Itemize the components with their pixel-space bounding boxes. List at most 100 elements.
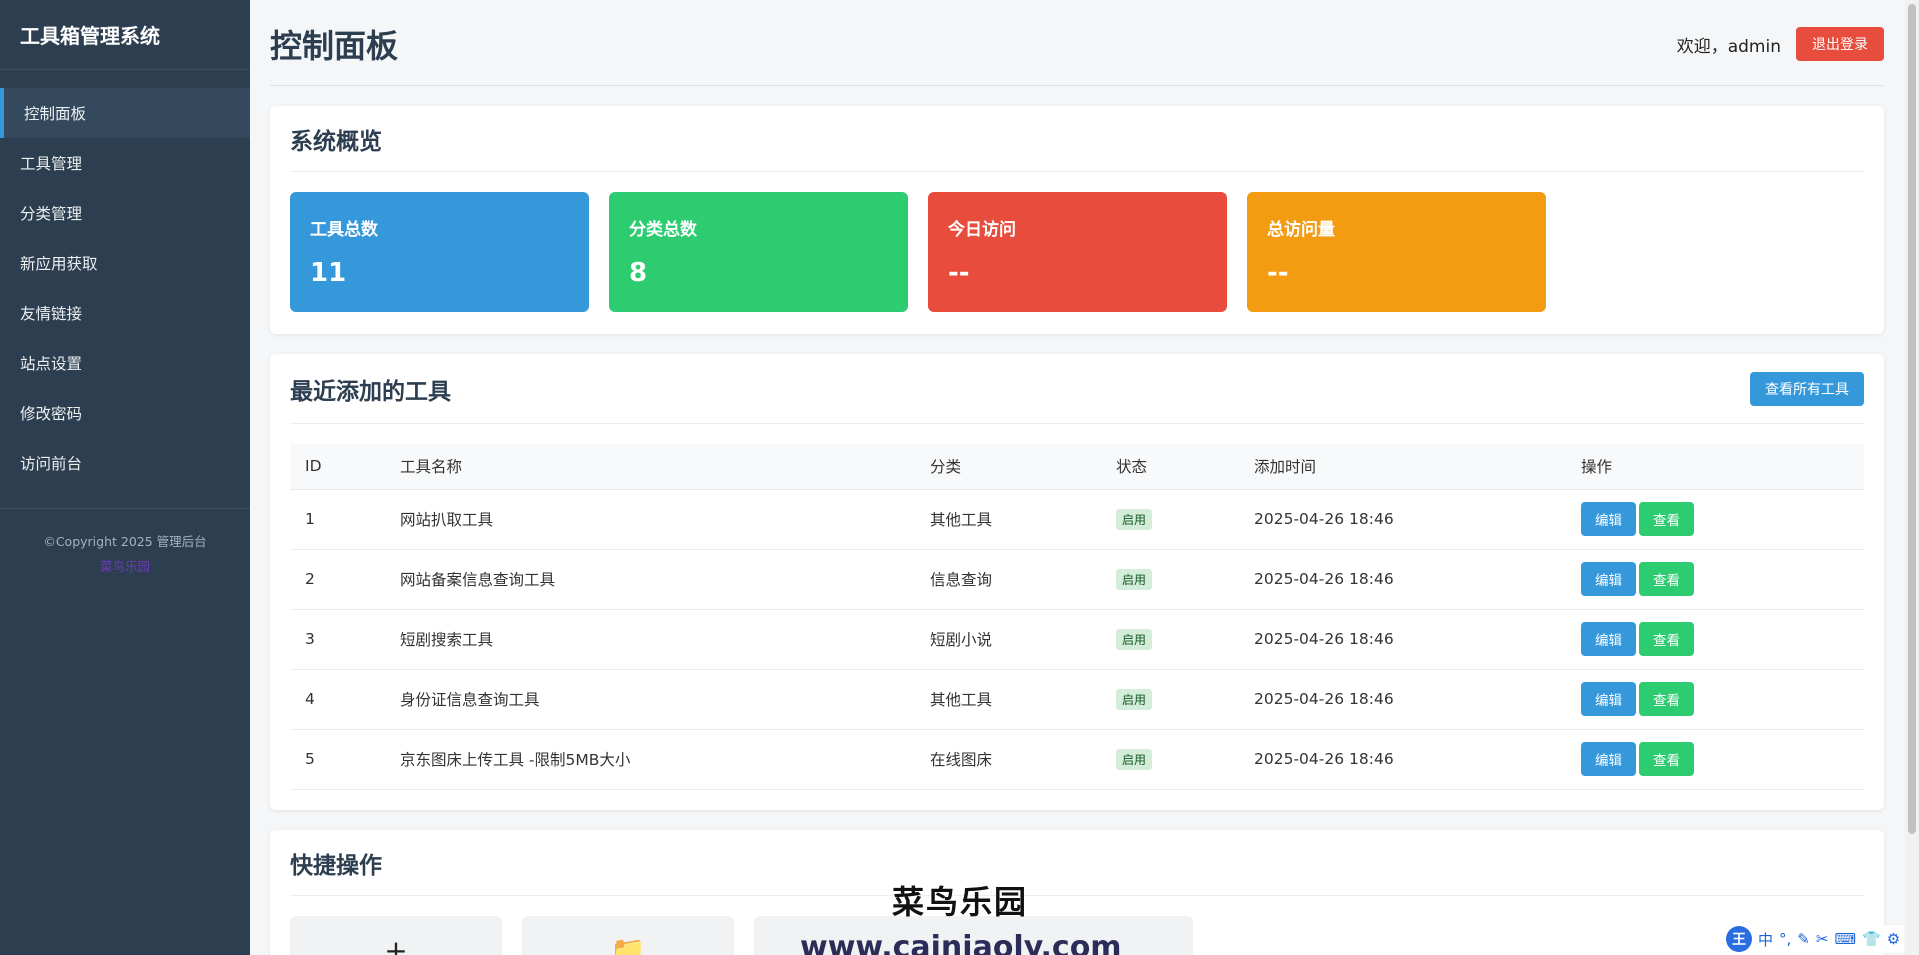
ime-scissors-icon[interactable]: ✂: [1816, 930, 1829, 948]
sidebar: 工具箱管理系统 控制面板 工具管理 分类管理 新应用获取 友情链接 站点设置 修…: [0, 0, 250, 955]
cell-status: 启用: [1101, 549, 1239, 610]
logout-button[interactable]: 退出登录: [1796, 27, 1884, 61]
ime-settings-icon[interactable]: ⚙: [1887, 930, 1900, 948]
edit-button[interactable]: 编辑: [1581, 502, 1636, 536]
cell-id: 1: [290, 489, 385, 550]
ime-mode-toggle[interactable]: 中: [1758, 929, 1773, 950]
cell-actions: 编辑 查看: [1566, 549, 1864, 610]
ime-pen-icon[interactable]: ✎: [1797, 930, 1810, 948]
ime-punctuation-icon[interactable]: °,: [1779, 930, 1791, 948]
cell-status: 启用: [1101, 729, 1239, 790]
stats-row: 工具总数 11 分类总数 8 今日访问 -- 总访问量 --: [270, 172, 1884, 332]
page-title: 控制面板: [270, 27, 399, 65]
view-button[interactable]: 查看: [1639, 622, 1694, 656]
view-button[interactable]: 查看: [1639, 742, 1694, 776]
brand-title: 工具箱管理系统: [0, 0, 250, 70]
table-row: 2 网站备案信息查询工具 信息查询 启用 2025-04-26 18:46 编辑…: [290, 549, 1864, 610]
sidebar-item-tools[interactable]: 工具管理: [0, 138, 250, 188]
recent-tools-title: 最近添加的工具: [290, 378, 451, 405]
sidebar-item-categories[interactable]: 分类管理: [0, 188, 250, 238]
cell-actions: 编辑 查看: [1566, 609, 1864, 670]
table-row: 1 网站扒取工具 其他工具 启用 2025-04-26 18:46 编辑 查看: [290, 489, 1864, 550]
cell-id: 5: [290, 729, 385, 790]
view-all-tools-button[interactable]: 查看所有工具: [1750, 371, 1864, 406]
cell-name: 京东图床上传工具 -限制5MB大小: [385, 729, 915, 790]
column-header-category: 分类: [915, 444, 1101, 490]
stat-label: 今日访问: [948, 220, 1016, 240]
status-badge: 启用: [1116, 508, 1153, 530]
stat-value: 11: [310, 258, 347, 288]
sidebar-item-visit-frontend[interactable]: 访问前台: [0, 438, 250, 488]
quick-actions-title: 快捷操作: [290, 852, 382, 879]
watermark-url: www.cainiaoly.com: [800, 930, 1122, 955]
view-button[interactable]: 查看: [1639, 562, 1694, 596]
recent-tools-card: 最近添加的工具 查看所有工具 ID 工具名称 分类 状态 添加时间 操作 1 网…: [270, 354, 1884, 810]
stat-value: 8: [629, 258, 648, 288]
column-header-actions: 操作: [1566, 444, 1864, 490]
status-badge: 启用: [1116, 628, 1153, 650]
tools-table-wrap: ID 工具名称 分类 状态 添加时间 操作 1 网站扒取工具 其他工具 启用 2: [270, 424, 1884, 810]
main-content: 控制面板 欢迎，admin 退出登录 系统概览 工具总数 11 分类总数 8 今…: [250, 0, 1919, 955]
copyright-text: ©Copyright 2025 管理后台: [43, 534, 207, 549]
quick-actions-header: 快捷操作: [290, 830, 1864, 896]
cell-category: 在线图床: [915, 729, 1101, 790]
stat-label: 总访问量: [1267, 220, 1335, 240]
sidebar-item-change-password[interactable]: 修改密码: [0, 388, 250, 438]
cell-category: 其他工具: [915, 489, 1101, 550]
page-header: 控制面板 欢迎，admin 退出登录: [270, 3, 1884, 86]
sidebar-divider: [0, 508, 250, 509]
overview-header: 系统概览: [290, 106, 1864, 172]
table-row: 4 身份证信息查询工具 其他工具 启用 2025-04-26 18:46 编辑查…: [290, 669, 1864, 730]
ime-skin-icon[interactable]: 👕: [1862, 930, 1881, 948]
cell-id: 2: [290, 549, 385, 610]
cell-time: 2025-04-26 18:46: [1239, 729, 1566, 790]
cell-time: 2025-04-26 18:46: [1239, 609, 1566, 670]
stat-card-categories: 分类总数 8: [609, 192, 908, 312]
view-button[interactable]: 查看: [1639, 502, 1694, 536]
status-badge: 启用: [1116, 688, 1153, 710]
cell-name: 短剧搜索工具: [385, 609, 915, 670]
cell-status: 启用: [1101, 609, 1239, 670]
quick-action-folder-tile[interactable]: 📁: [522, 916, 734, 955]
table-row: 3 短剧搜索工具 短剧小说 启用 2025-04-26 18:46 编辑 查看: [290, 609, 1864, 670]
stat-card-tools: 工具总数 11: [290, 192, 589, 312]
cell-name: 网站备案信息查询工具: [385, 549, 915, 610]
status-badge: 启用: [1116, 748, 1153, 770]
edit-button[interactable]: 编辑: [1581, 682, 1636, 716]
quick-action-add-tile[interactable]: +: [290, 916, 502, 955]
column-header-time: 添加时间: [1239, 444, 1566, 490]
edit-button[interactable]: 编辑: [1581, 622, 1636, 656]
stat-label: 分类总数: [629, 220, 697, 240]
column-header-name: 工具名称: [385, 444, 915, 490]
sidebar-item-site-settings[interactable]: 站点设置: [0, 338, 250, 388]
edit-button[interactable]: 编辑: [1581, 742, 1636, 776]
page-scrollbar[interactable]: [1905, 0, 1919, 955]
copyright-link[interactable]: 菜鸟乐园: [0, 556, 250, 575]
table-header-row: ID 工具名称 分类 状态 添加时间 操作: [290, 444, 1864, 490]
ime-keyboard-icon[interactable]: ⌨: [1834, 930, 1856, 948]
edit-button[interactable]: 编辑: [1581, 562, 1636, 596]
view-button[interactable]: 查看: [1639, 682, 1694, 716]
welcome-text: 欢迎，admin: [1676, 36, 1781, 57]
cell-id: 3: [290, 609, 385, 670]
stat-card-today-visits: 今日访问 --: [928, 192, 1227, 312]
stat-card-total-visits: 总访问量 --: [1247, 192, 1546, 312]
cell-name: 网站扒取工具: [385, 489, 915, 550]
cell-time: 2025-04-26 18:46: [1239, 669, 1566, 730]
stat-value: --: [948, 258, 970, 288]
cell-status: 启用: [1101, 489, 1239, 550]
sidebar-item-new-apps[interactable]: 新应用获取: [0, 238, 250, 288]
overview-title: 系统概览: [290, 128, 382, 155]
recent-tools-header: 最近添加的工具 查看所有工具: [290, 354, 1864, 424]
ime-logo-icon[interactable]: 王: [1726, 926, 1752, 952]
sidebar-nav: 控制面板 工具管理 分类管理 新应用获取 友情链接 站点设置 修改密码 访问前台: [0, 88, 250, 488]
sidebar-item-dashboard[interactable]: 控制面板: [0, 88, 250, 138]
cell-actions: 编辑 查看: [1566, 729, 1864, 790]
cell-name: 身份证信息查询工具: [385, 669, 915, 730]
column-header-status: 状态: [1101, 444, 1239, 490]
cell-actions: 编辑 查看: [1566, 489, 1864, 550]
sidebar-item-friend-links[interactable]: 友情链接: [0, 288, 250, 338]
scrollbar-thumb[interactable]: [1908, 4, 1916, 834]
cell-category: 其他工具: [915, 669, 1101, 730]
folder-icon: 📁: [610, 934, 646, 955]
